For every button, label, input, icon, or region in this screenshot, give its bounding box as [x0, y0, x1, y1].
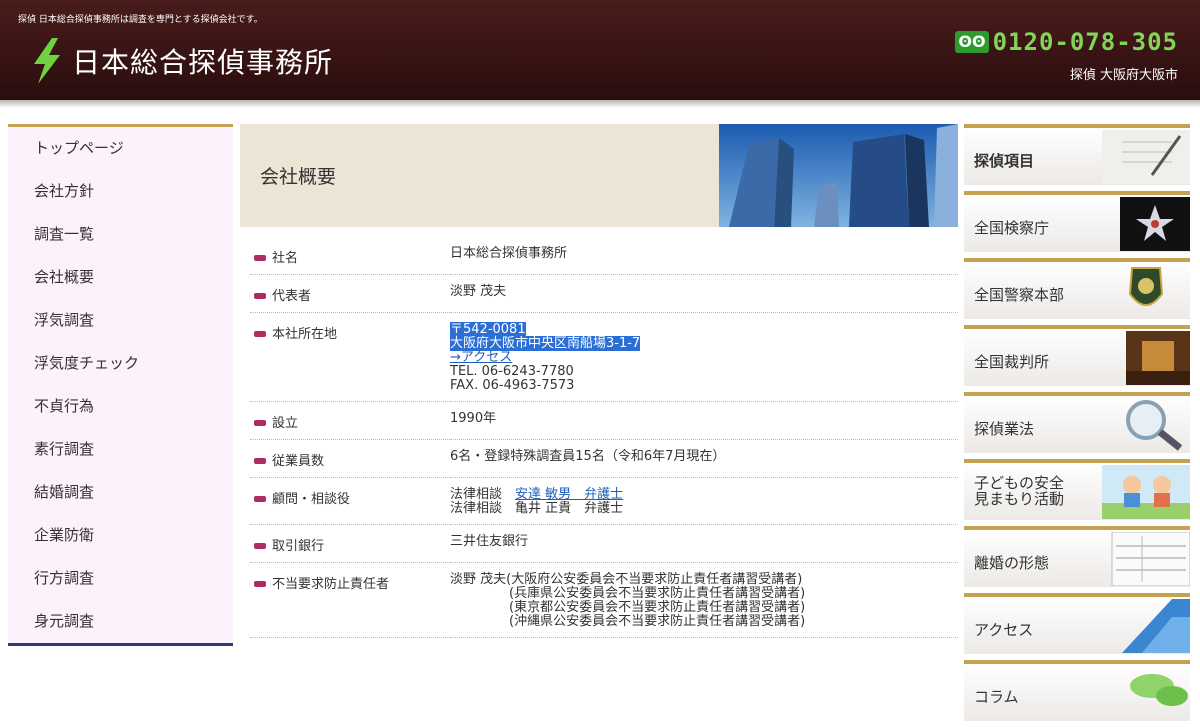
right-sidebar: 探偵項目 全国検察庁 全国警察本部 全国裁判所 探偵業法 子どもの安全 見まもり活… [964, 124, 1190, 727]
advisor-line: 法律相談 亀井 正貴 弁護士 [450, 501, 624, 516]
skyscraper-photo [719, 124, 958, 227]
bullet-icon [254, 255, 266, 261]
row-value: (東京都公安委員会不当要求防止責任者講習受講者) [509, 600, 806, 615]
sidebar-item-company[interactable]: 会社概要 [8, 256, 233, 302]
leaves-image [1130, 674, 1188, 706]
children-illustration [1102, 465, 1190, 519]
bullet-icon [254, 331, 266, 337]
bullet-icon [254, 543, 266, 549]
sidebar-item-identity[interactable]: 身元調査 [8, 600, 233, 646]
page-banner: 会社概要 [240, 124, 958, 227]
building-image [1122, 599, 1190, 653]
table-row: 設立 1990年 [250, 401, 958, 440]
left-sidebar: トップページ 会社方針 調査一覧 会社概要 浮気調査 浮気度チェック 不貞行為 … [8, 124, 233, 646]
bullet-icon [254, 420, 266, 426]
sidebar-item-affair[interactable]: 浮気調査 [8, 299, 233, 345]
table-row: 不当要求防止責任者 淡野 茂夫(大阪府公安委員会不当要求防止責任者講習受講者) … [250, 562, 958, 638]
bullet-icon [254, 293, 266, 299]
side-banner-divorce[interactable]: 離婚の形態 [964, 526, 1190, 587]
row-label: 設立 [272, 416, 299, 431]
police-emblem-image [1128, 267, 1164, 306]
sidebar-item-top[interactable]: トップページ [8, 124, 233, 173]
side-banner-label: 全国警察本部 [974, 286, 1065, 304]
sidebar-item-marriage[interactable]: 結婚調査 [8, 471, 233, 517]
table-row: 代表者 淡野 茂夫 [250, 274, 958, 313]
advisor-link[interactable]: 安達 敏男 弁護士 [515, 487, 623, 502]
side-banner-label: 探偵項目 [974, 152, 1035, 170]
row-value: 1990年 [450, 411, 497, 426]
side-banner-column[interactable]: コラム [964, 660, 1190, 721]
row-label: 代表者 [272, 289, 312, 304]
row-label: 本社所在地 [272, 327, 338, 342]
table-row: 取引銀行 三井住友銀行 [250, 524, 958, 563]
address: 大阪府大阪市中央区南船場3-1-7 [450, 336, 641, 351]
site-header: 探偵 日本総合探偵事務所は調査を専門とする探偵会社です。 日本総合探偵事務所 ʘ… [0, 0, 1200, 108]
row-value: 日本総合探偵事務所 [450, 246, 568, 261]
page-title: 会社概要 [260, 166, 337, 188]
sidebar-item-conduct[interactable]: 素行調査 [8, 428, 233, 474]
row-label: 取引銀行 [272, 539, 325, 554]
side-banner-label: 全国検察庁 [974, 219, 1050, 237]
fax-number: FAX. 06-4963-7573 [450, 378, 575, 393]
side-banner-detective-law[interactable]: 探偵業法 [964, 392, 1190, 453]
phone-number[interactable]: ʘʘ 0120-078-305 [955, 28, 1178, 56]
row-value: (沖縄県公安委員会不当要求防止責任者講習受講者) [509, 614, 806, 629]
table-row: 本社所在地 〒542-0081 大阪府大阪市中央区南船場3-1-7 →アクセス … [250, 312, 958, 402]
magnifier-icon [1126, 400, 1183, 451]
divorce-form-image [1111, 532, 1190, 586]
side-banner-label: 離婚の形態 [974, 554, 1050, 572]
company-info-table: 社名 日本総合探偵事務所 代表者 淡野 茂夫 本社所在地 〒542-0081 大… [250, 237, 958, 638]
row-value: 三井住友銀行 [450, 534, 529, 549]
row-value: 6名・登録特殊調査員15名（令和6年7月現在） [450, 449, 726, 464]
sidebar-item-affair-check[interactable]: 浮気度チェック [8, 342, 233, 388]
sidebar-item-corporate[interactable]: 企業防衛 [8, 514, 233, 560]
side-banner-child-safety[interactable]: 子どもの安全 見まもり活動 [964, 459, 1190, 520]
table-row: 従業員数 6名・登録特殊調査員15名（令和6年7月現在） [250, 439, 958, 478]
freedial-icon: ʘʘ [955, 31, 989, 53]
row-value: 淡野 茂夫 [450, 284, 507, 299]
header-tagline: 探偵 日本総合探偵事務所は調査を専門とする探偵会社です。 [18, 15, 263, 25]
side-banner-police[interactable]: 全国警察本部 [964, 258, 1190, 319]
lightning-bolt-icon [34, 38, 60, 84]
courtroom-image [1126, 331, 1190, 385]
row-label: 不当要求防止責任者 [272, 577, 390, 592]
side-banner-label: アクセス [974, 621, 1034, 639]
sidebar-item-missing[interactable]: 行方調査 [8, 557, 233, 603]
side-banner-label: 子どもの安全 見まもり活動 [974, 475, 1064, 507]
phone-digits: 0120-078-305 [992, 28, 1178, 56]
advisor-prefix: 法律相談 [450, 487, 516, 502]
side-banner-label: 探偵業法 [974, 420, 1035, 438]
sidebar-item-infidelity[interactable]: 不貞行為 [8, 385, 233, 431]
bullet-icon [254, 581, 266, 587]
side-banner-courts[interactable]: 全国裁判所 [964, 325, 1190, 386]
prosecutor-badge-image [1120, 197, 1190, 251]
postal-code: 〒542-0081 [450, 322, 526, 337]
access-link[interactable]: →アクセス [450, 350, 512, 365]
sidebar-item-investigations[interactable]: 調査一覧 [8, 213, 233, 259]
side-banner-label-line2: 見まもり活動 [974, 490, 1065, 508]
main-content: 会社概要 社名 日本総合探偵事務所 代表者 淡野 茂夫 本社所在地 〒542-0… [240, 124, 958, 638]
row-label: 顧問・相談役 [272, 492, 351, 507]
bullet-icon [254, 458, 266, 464]
side-banner-label: コラム [974, 688, 1019, 706]
tel-number: TEL. 06-6243-7780 [450, 364, 574, 379]
row-label: 社名 [272, 251, 299, 266]
table-row: 社名 日本総合探偵事務所 [250, 237, 958, 275]
site-logo[interactable]: 日本総合探偵事務所 [28, 38, 333, 84]
table-row: 顧問・相談役 法律相談 安達 敏男 弁護士 法律相談 亀井 正貴 弁護士 [250, 477, 958, 525]
row-label: 従業員数 [272, 454, 325, 469]
side-banner-prosecutors[interactable]: 全国検察庁 [964, 191, 1190, 252]
row-value: (兵庫県公安委員会不当要求防止責任者講習受講者) [509, 586, 806, 601]
sidebar-item-policy[interactable]: 会社方針 [8, 170, 233, 216]
side-banner-access[interactable]: アクセス [964, 593, 1190, 654]
logo-text: 日本総合探偵事務所 [72, 46, 334, 79]
header-location: 探偵 大阪府大阪市 [1069, 68, 1178, 83]
bullet-icon [254, 496, 266, 502]
side-banner-label: 全国裁判所 [974, 353, 1050, 371]
row-value: 淡野 茂夫(大阪府公安委員会不当要求防止責任者講習受講者) [450, 572, 803, 587]
side-banner-detective-items[interactable]: 探偵項目 [964, 124, 1190, 185]
pen-writing-image [1102, 130, 1190, 184]
